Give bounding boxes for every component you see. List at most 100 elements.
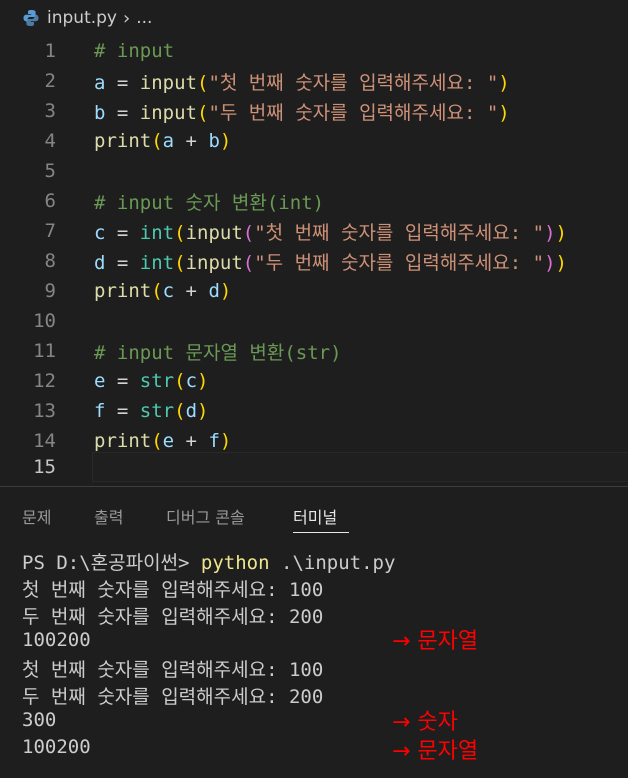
tab-output[interactable]: 출력 bbox=[94, 504, 123, 528]
operator: = bbox=[105, 101, 140, 124]
function-name: print bbox=[94, 130, 152, 152]
comment: # input 숫자 변환(int) bbox=[94, 191, 325, 214]
paren: ( bbox=[196, 71, 209, 94]
breadcrumb[interactable]: input.py › ... bbox=[0, 0, 628, 36]
python-file-icon bbox=[23, 10, 39, 26]
annotation-string-1: → 문자열 bbox=[392, 629, 479, 654]
paren: ( bbox=[174, 221, 186, 244]
variable: c bbox=[162, 280, 175, 302]
tab-terminal[interactable]: 터미널 bbox=[293, 504, 337, 528]
function-name: input bbox=[139, 101, 197, 124]
paren: ) bbox=[555, 221, 567, 244]
terminal-prompt-line: PS D:\혼공파이썬> python .\input.py bbox=[22, 548, 395, 575]
variable: d bbox=[185, 400, 198, 422]
function-name: print bbox=[94, 430, 152, 452]
line-number: 15 bbox=[33, 456, 56, 478]
variable: b bbox=[208, 130, 220, 152]
terminal-output-line: 두 번째 숫자를 입력해주세요: 200 bbox=[22, 686, 324, 708]
terminal-command: python bbox=[200, 552, 270, 574]
function-name: print bbox=[94, 280, 152, 302]
terminal-output-line: 첫 번째 숫자를 입력해주세요: 100 bbox=[22, 579, 324, 601]
variable: d bbox=[208, 280, 220, 302]
paren: ( bbox=[174, 370, 186, 392]
terminal-prompt: PS D:\혼공파이썬> bbox=[22, 552, 201, 574]
operator: = bbox=[105, 251, 140, 274]
line-number: 2 bbox=[44, 70, 56, 92]
chevron-right-icon: › bbox=[122, 7, 131, 29]
terminal-output-line: 100200 bbox=[22, 736, 91, 758]
tab-debug-console[interactable]: 디버그 콘솔 bbox=[166, 504, 245, 528]
operator: + bbox=[174, 430, 209, 452]
operator: + bbox=[174, 280, 209, 302]
paren: ( bbox=[151, 430, 163, 452]
code-line: 11 # input 문자열 변환(str) bbox=[0, 336, 628, 366]
panel-tabs: 문제 출력 디버그 콘솔 터미널 bbox=[0, 496, 628, 536]
variable: e bbox=[162, 430, 175, 452]
code-line-current[interactable]: 15 bbox=[0, 452, 628, 482]
variable: f bbox=[208, 430, 220, 452]
code-line: 7 c = int(input("첫 번째 숫자를 입력해주세요: ")) bbox=[0, 216, 628, 246]
panel-divider[interactable] bbox=[0, 486, 628, 487]
line-number: 12 bbox=[33, 370, 56, 392]
breadcrumb-ellipsis[interactable]: ... bbox=[136, 8, 152, 28]
terminal-output-line: 100200 bbox=[22, 629, 91, 651]
operator: = bbox=[105, 370, 140, 392]
variable: e bbox=[94, 370, 106, 392]
code-line: 10 bbox=[0, 306, 628, 336]
builtin-type: str bbox=[139, 400, 175, 422]
paren: ( bbox=[242, 221, 255, 244]
annotation-number: → 숫자 bbox=[392, 710, 458, 735]
code-editor[interactable]: 1 # input 2 a = input("첫 번째 숫자를 입력해주세요: … bbox=[0, 36, 628, 486]
tab-problems[interactable]: 문제 bbox=[22, 504, 51, 528]
paren: ( bbox=[151, 130, 163, 152]
line-number: 6 bbox=[44, 190, 56, 212]
paren: ) bbox=[219, 130, 232, 152]
code-line: 8 d = int(input("두 번째 숫자를 입력해주세요: ")) bbox=[0, 246, 628, 276]
paren: ) bbox=[219, 430, 232, 452]
paren: ) bbox=[498, 71, 510, 94]
annotation-string-2: → 문자열 bbox=[392, 739, 479, 764]
variable: b bbox=[94, 101, 106, 124]
variable: a bbox=[162, 130, 175, 152]
terminal-output-line: 300 bbox=[22, 709, 57, 731]
line-number: 1 bbox=[44, 40, 56, 62]
paren: ) bbox=[498, 101, 510, 124]
paren: ) bbox=[555, 251, 567, 274]
line-number: 5 bbox=[44, 160, 56, 182]
paren: ) bbox=[544, 251, 556, 274]
builtin-type: str bbox=[139, 370, 175, 392]
line-number: 4 bbox=[44, 130, 56, 152]
code-line: 1 # input bbox=[0, 36, 628, 66]
operator: = bbox=[105, 71, 140, 94]
variable: f bbox=[94, 400, 106, 422]
code-line: 6 # input 숫자 변환(int) bbox=[0, 186, 628, 216]
code-line: 2 a = input("첫 번째 숫자를 입력해주세요: ") bbox=[0, 66, 628, 96]
operator: = bbox=[105, 221, 140, 244]
terminal-args: .\input.py bbox=[269, 552, 396, 574]
line-number: 7 bbox=[44, 220, 56, 242]
variable: c bbox=[94, 221, 106, 244]
paren: ) bbox=[219, 280, 232, 302]
paren: ( bbox=[196, 101, 209, 124]
line-number: 11 bbox=[33, 340, 56, 362]
string-literal: "첫 번째 숫자를 입력해주세요: " bbox=[208, 71, 499, 94]
variable: c bbox=[185, 370, 198, 392]
string-literal: "두 번째 숫자를 입력해주세요: " bbox=[254, 251, 545, 274]
paren: ) bbox=[197, 400, 209, 422]
code-line: 13 f = str(d) bbox=[0, 396, 628, 426]
variable: a bbox=[94, 71, 106, 94]
line-number: 13 bbox=[33, 400, 56, 422]
paren: ( bbox=[151, 280, 163, 302]
paren: ( bbox=[174, 251, 186, 274]
function-name: input bbox=[185, 221, 243, 244]
line-number: 3 bbox=[44, 100, 56, 122]
string-literal: "두 번째 숫자를 입력해주세요: " bbox=[208, 101, 499, 124]
code-line: 9 print(c + d) bbox=[0, 276, 628, 306]
builtin-type: int bbox=[139, 221, 175, 244]
breadcrumb-file[interactable]: input.py bbox=[47, 8, 117, 28]
line-number: 10 bbox=[33, 310, 56, 332]
comment: # input bbox=[94, 40, 175, 62]
code-line: 12 e = str(c) bbox=[0, 366, 628, 396]
code-line: 3 b = input("두 번째 숫자를 입력해주세요: ") bbox=[0, 96, 628, 126]
terminal-output-line: 첫 번째 숫자를 입력해주세요: 100 bbox=[22, 659, 324, 681]
